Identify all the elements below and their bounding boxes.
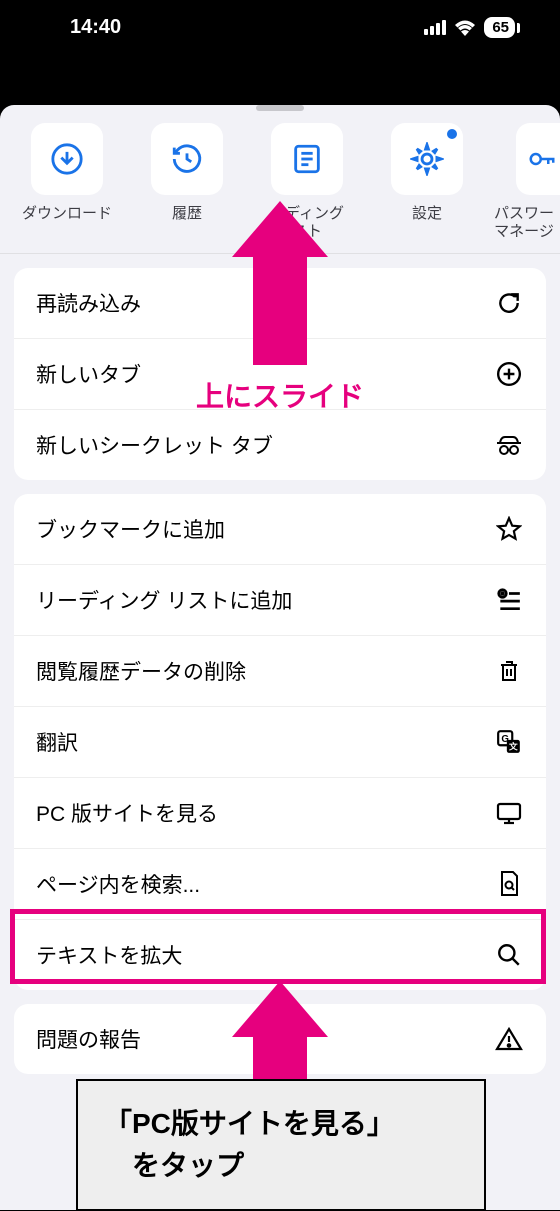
annotation-arrow-up	[232, 201, 328, 365]
signal-icon	[424, 20, 446, 35]
history-icon	[170, 142, 204, 176]
reading-list-icon	[290, 142, 324, 176]
incognito-icon	[494, 432, 524, 458]
find-in-page-icon	[494, 870, 524, 898]
menu-add-bookmark[interactable]: ブックマークに追加	[14, 494, 546, 565]
battery-icon: 65	[484, 17, 515, 38]
annotation-arrow-up-2	[232, 981, 328, 1093]
add-list-icon	[494, 587, 524, 613]
notification-dot-icon	[447, 129, 457, 139]
menu-add-reading-list[interactable]: リーディング リストに追加	[14, 565, 546, 636]
menu-desktop-site[interactable]: PC 版サイトを見る	[14, 778, 546, 849]
svg-text:文: 文	[508, 741, 518, 752]
gear-icon	[410, 142, 444, 176]
status-indicators: 65	[424, 17, 520, 38]
shortcut-settings[interactable]: 設定	[374, 123, 480, 241]
menu-clear-browsing-data[interactable]: 閲覧履歴データの削除	[14, 636, 546, 707]
menu-sheet: ダウンロード 履歴 ーディング スト 設定 パスワー マネージ	[0, 105, 560, 1210]
download-icon	[50, 142, 84, 176]
translate-icon: G文	[494, 729, 524, 755]
star-icon	[494, 516, 524, 542]
status-bar: 14:40 65	[0, 0, 560, 55]
desktop-icon	[494, 801, 524, 825]
trash-icon	[494, 658, 524, 684]
sheet-grabber[interactable]	[256, 105, 304, 111]
annotation-slide-text: 上にスライド	[196, 375, 364, 415]
key-icon	[527, 142, 557, 176]
warning-icon	[494, 1026, 524, 1052]
shortcut-password-manager[interactable]: パスワー マネージ	[494, 123, 554, 241]
plus-circle-icon	[494, 361, 524, 387]
menu-translate[interactable]: 翻訳 G文	[14, 707, 546, 778]
annotation-callout: 「PC版サイトを見る」 をタップ	[76, 1079, 486, 1211]
reload-icon	[494, 290, 524, 316]
menu-incognito-tab[interactable]: 新しいシークレット タブ	[14, 410, 546, 480]
menu-find-in-page[interactable]: ページ内を検索...	[14, 849, 546, 920]
menu-section-2: ブックマークに追加 リーディング リストに追加 閲覧履歴データの削除 翻訳 G文…	[14, 494, 546, 990]
zoom-icon	[494, 942, 524, 968]
menu-zoom-text[interactable]: テキストを拡大	[14, 920, 546, 990]
shortcut-history[interactable]: 履歴	[134, 123, 240, 241]
status-time: 14:40	[70, 16, 121, 39]
wifi-icon	[454, 20, 476, 36]
shortcut-download[interactable]: ダウンロード	[14, 123, 120, 241]
